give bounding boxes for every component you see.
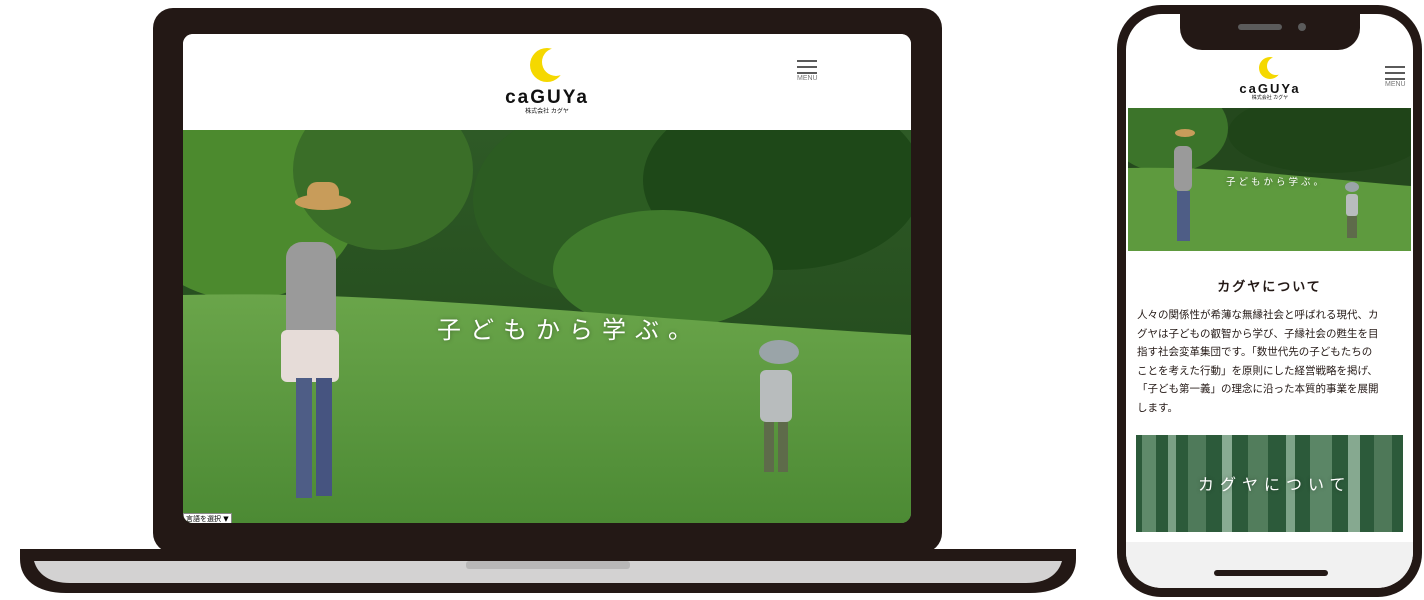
menu-label: MENU — [1385, 81, 1406, 88]
phone-menu-button[interactable]: MENU — [1385, 66, 1406, 88]
laptop-base — [20, 549, 1076, 593]
speaker-icon — [1238, 24, 1282, 30]
about-text-line: 指す社会変革集団です。「数世代先の子どもたちの — [1137, 346, 1373, 358]
home-indicator — [1214, 570, 1328, 576]
menu-label: MENU — [797, 75, 818, 82]
camera-icon — [1298, 23, 1306, 31]
site-header: caGUYa 株式会社 カグヤ MENU — [183, 34, 911, 130]
logo-company-name: 株式会社 カグヤ — [525, 109, 569, 115]
about-text-line: します。 — [1137, 401, 1178, 414]
moon-logo-icon — [530, 48, 570, 82]
hero-image: 子どもから学ぶ。 — [183, 80, 911, 523]
menu-button[interactable]: MENU — [797, 60, 818, 82]
phone-logo-company-name: 株式会社 カグヤ — [1251, 95, 1289, 101]
phone-site-logo[interactable]: caGUYa 株式会社 カグヤ — [1231, 56, 1309, 102]
laptop-screen: caGUYa 株式会社 カグヤ MENU 子どもから学ぶ。 言語を選択 ▼ — [183, 34, 911, 523]
about-banner-link[interactable]: カグヤについて — [1136, 435, 1403, 532]
site-logo[interactable]: caGUYa 株式会社 カグヤ — [497, 46, 597, 116]
phone-footer-area — [1126, 542, 1413, 588]
about-text-line: 「子ども第一義」の理念に沿った本質的事業を展開 — [1137, 383, 1379, 395]
hero-heading: 子どもから学ぶ。 — [437, 316, 701, 344]
banner-heading: カグヤについて — [1198, 475, 1352, 494]
phone-hero-image: 子どもから学ぶ。 — [1126, 83, 1413, 251]
hamburger-icon — [1385, 66, 1405, 80]
language-select[interactable]: 言語を選択 ▼ — [183, 513, 232, 523]
phone-logo-wordmark: caGUYa — [1239, 81, 1301, 96]
about-text-line: ことを考えた行動」を原則にした経営戦略を掲げ、 — [1137, 364, 1378, 377]
about-text: 人々の関係性が希薄な無縁社会と呼ばれる現代、カ グヤは子どもの叡智から学び、子縁… — [1137, 306, 1403, 417]
phone-hero-heading: 子どもから学ぶ。 — [1226, 177, 1327, 188]
section-title: カグヤについて — [1217, 280, 1322, 295]
phone-screen: caGUYa 株式会社 カグヤ MENU 子どもから学ぶ。 カグヤについて 人々… — [1126, 14, 1413, 588]
about-text-line: グヤは子どもの叡智から学び、子縁社会の甦生を目 — [1137, 327, 1379, 340]
logo-wordmark: caGUYa — [505, 87, 589, 108]
phone-notch — [1180, 10, 1360, 50]
moon-logo-icon — [1259, 57, 1285, 79]
about-text-line: 人々の関係性が希薄な無縁社会と呼ばれる現代、カ — [1137, 309, 1379, 321]
hamburger-icon — [797, 60, 817, 74]
